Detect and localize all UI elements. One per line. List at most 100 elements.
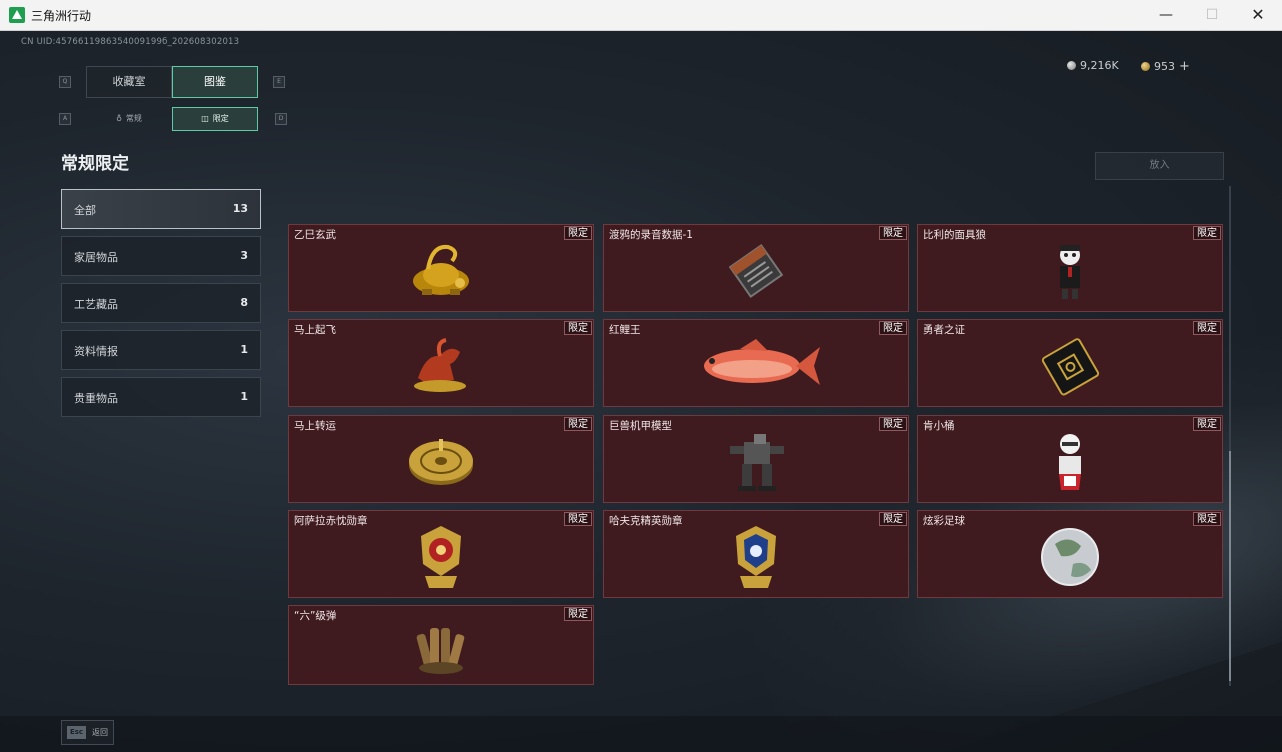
item-card[interactable]: 马上转运 限定 [288, 415, 594, 503]
gold-disc-icon [409, 439, 473, 486]
regular-icon: ♁ [116, 114, 122, 123]
item-name: 炫彩足球 [923, 515, 965, 527]
minimize-button[interactable]: — [1143, 0, 1189, 31]
limited-badge: 限定 [879, 226, 907, 240]
limited-badge: 限定 [1193, 226, 1221, 240]
horse-statue-icon [414, 338, 466, 393]
item-name: 马上起飞 [294, 324, 336, 336]
shell-cluster-icon [416, 628, 465, 675]
silver-currency: 9,216K [1067, 59, 1119, 72]
gold-tortoise-icon [413, 245, 469, 296]
filter-count: 13 [232, 202, 248, 215]
filter-label: 资料情报 [74, 345, 118, 358]
limited-badge: 限定 [564, 321, 592, 335]
silver-coin-icon [1067, 61, 1076, 70]
key-hint-q: Q [59, 76, 71, 88]
limited-badge: 限定 [564, 512, 592, 526]
item-card[interactable]: 渡鸦的录音数据-1 限定 [603, 224, 909, 312]
page-title: 常规限定 [61, 154, 129, 174]
filter-valuables[interactable]: 贵重物品 1 [61, 377, 261, 417]
red-carp-icon [704, 339, 820, 386]
limited-badge: 限定 [1193, 512, 1221, 526]
item-card[interactable]: 巨兽机甲模型 限定 [603, 415, 909, 503]
item-name: 乙巳玄武 [294, 229, 336, 241]
close-button[interactable]: ✕ [1235, 0, 1281, 31]
limited-badge: 限定 [1193, 417, 1221, 431]
item-card[interactable]: “六”级弹 限定 [288, 605, 594, 685]
maximize-button[interactable]: ☐ [1189, 0, 1235, 31]
item-name: 比利的面具狼 [923, 229, 986, 241]
gold-currency: 953 + [1141, 59, 1190, 74]
filter-count: 3 [240, 249, 248, 262]
mech-model-icon [730, 434, 784, 492]
filter-home[interactable]: 家居物品 3 [61, 236, 261, 276]
filter-label: 工艺藏品 [74, 298, 118, 311]
subtab-limited[interactable]: ◫ 限定 [172, 107, 258, 131]
item-card[interactable]: 肯小桶 限定 [917, 415, 1223, 503]
football-icon [1041, 528, 1099, 587]
bucket-figure-icon [1059, 434, 1081, 491]
filter-craft[interactable]: 工艺藏品 8 [61, 283, 261, 323]
filter-label: 贵重物品 [74, 392, 118, 405]
item-card[interactable]: 哈夫克精英勋章 限定 [603, 510, 909, 598]
tab-collection-room[interactable]: 收藏室 [86, 66, 172, 98]
category-filter-list: 全部 13 家居物品 3 工艺藏品 8 资料情报 1 贵重物品 1 [61, 189, 261, 424]
item-name: 肯小桶 [923, 420, 955, 432]
filter-label: 家居物品 [74, 251, 118, 264]
limited-icon: ◫ [201, 114, 209, 123]
item-card[interactable]: 比利的面具狼 限定 [917, 224, 1223, 312]
gold-amount: 953 [1154, 60, 1175, 73]
limited-badge: 限定 [1193, 321, 1221, 335]
limited-badge: 限定 [564, 226, 592, 240]
esc-key-icon: Esc [67, 726, 86, 739]
item-name: 阿萨拉赤忱勋章 [294, 515, 368, 527]
item-name: 红鲤王 [609, 324, 641, 336]
window-titlebar: 三角洲行动 — ☐ ✕ [0, 0, 1282, 31]
item-name: 勇者之证 [923, 324, 965, 336]
key-hint-e: E [273, 76, 285, 88]
item-name: 渡鸦的录音数据-1 [609, 229, 693, 241]
item-name: 巨兽机甲模型 [609, 420, 672, 432]
filter-all[interactable]: 全部 13 [61, 189, 261, 229]
add-currency-button[interactable]: + [1179, 59, 1190, 74]
app-logo-icon [9, 7, 25, 23]
back-label: 返回 [92, 728, 108, 737]
subtab-limited-label: 限定 [212, 114, 229, 123]
recorder-icon [728, 244, 784, 299]
game-viewport: CN UID:4576611986354009199б_202608302013… [0, 31, 1282, 752]
item-card[interactable]: 炫彩足球 限定 [917, 510, 1223, 598]
red-medal-icon [421, 526, 461, 589]
silver-amount: 9,216K [1080, 59, 1119, 72]
gold-coin-icon [1141, 62, 1150, 71]
item-name: 哈夫克精英勋章 [609, 515, 683, 527]
uid-text: CN UID:4576611986354009199б_202608302013 [21, 37, 240, 47]
filter-label: 全部 [74, 204, 96, 217]
limited-badge: 限定 [879, 321, 907, 335]
filter-count: 8 [240, 296, 248, 309]
limited-badge: 限定 [879, 417, 907, 431]
bottom-bar [0, 716, 1282, 752]
sub-tabs: ♁ 常规 ◫ 限定 [86, 107, 259, 131]
item-name: “六”级弹 [294, 610, 337, 622]
black-card-icon [1041, 338, 1100, 396]
item-card[interactable]: 阿萨拉赤忱勋章 限定 [288, 510, 594, 598]
scrollbar-thumb[interactable] [1229, 451, 1231, 681]
blue-medal-icon [736, 526, 776, 589]
window-title: 三角洲行动 [31, 9, 92, 23]
filter-intel[interactable]: 资料情报 1 [61, 330, 261, 370]
item-card[interactable]: 乙巳玄武 限定 [288, 224, 594, 312]
back-button[interactable]: Esc 返回 [61, 720, 114, 745]
limited-badge: 限定 [564, 417, 592, 431]
place-button[interactable]: 放入 [1095, 152, 1224, 180]
main-tabs: 收藏室 图鉴 [86, 66, 259, 98]
subtab-regular-label: 常规 [125, 114, 142, 123]
tab-codex[interactable]: 图鉴 [172, 66, 258, 98]
filter-count: 1 [240, 390, 248, 403]
item-card[interactable]: 马上起飞 限定 [288, 319, 594, 407]
subtab-regular[interactable]: ♁ 常规 [86, 107, 172, 131]
key-hint-a: A [59, 113, 71, 125]
item-card[interactable]: 勇者之证 限定 [917, 319, 1223, 407]
key-hint-d: D [275, 113, 287, 125]
puppet-figure-icon [1060, 245, 1080, 300]
item-card[interactable]: 红鲤王 限定 [603, 319, 909, 407]
